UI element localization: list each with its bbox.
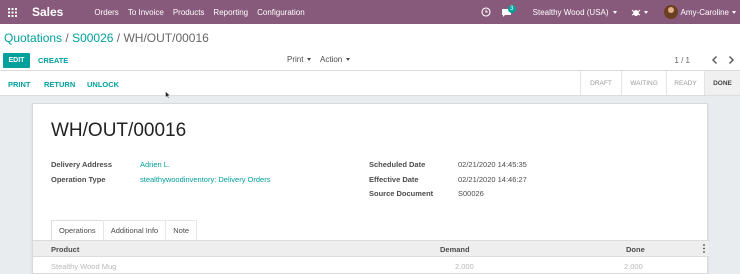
edit-button[interactable]: EDIT [3,53,30,68]
print-dropdown[interactable]: Print [287,55,312,64]
delivery-address-link[interactable]: Adrien L. [140,160,170,169]
column-options-icon[interactable] [703,244,705,253]
chevron-down-icon [346,58,351,61]
stage-done: DONE [704,71,740,95]
pager-value[interactable]: 1 / 1 [674,56,690,65]
action-dropdown-label: Action [320,55,343,64]
breadcrumb-separator: / [113,31,124,45]
menu-item-reporting[interactable]: Reporting [213,8,248,17]
tab-operations[interactable]: Operations [51,220,104,240]
operation-type-label: Operation Type [51,175,106,184]
tab-additional-info[interactable]: Additional Info [102,220,167,240]
row-product: Stealthy Wood Mug [51,262,117,271]
apps-grid-icon[interactable] [0,0,24,24]
menu-item-orders[interactable]: Orders [94,8,118,17]
chevron-right-icon[interactable] [726,55,736,65]
app-name[interactable]: Sales [32,5,63,19]
company-switcher[interactable]: Stealthy Wood (USA) [533,8,617,17]
scheduled-date-value: 02/21/2020 14:45:35 [458,160,527,169]
breadcrumb-order[interactable]: S00026 [72,31,113,45]
breadcrumb-quotations[interactable]: Quotations [4,31,62,45]
breadcrumb-current: WH/OUT/00016 [123,31,209,45]
source-document-label: Source Document [369,189,434,198]
user-menu[interactable]: Amy-Caroline [663,5,736,19]
chevron-left-icon[interactable] [710,55,720,65]
notebook-tabs: Operations Additional Info Note [51,220,198,240]
table-header: Product Demand Done [33,240,709,257]
column-product[interactable]: Product [51,245,79,254]
table-row[interactable]: Stealthy Wood Mug 2.000 2.000 [33,257,709,274]
column-done[interactable]: Done [626,245,645,254]
menu-item-products[interactable]: Products [173,8,205,17]
return-button[interactable]: RETURN [44,80,75,89]
chevron-down-icon [643,10,648,14]
menu-item-configuration[interactable]: Configuration [257,8,305,17]
stage-draft: DRAFT [580,71,621,95]
print-button[interactable]: PRINT [8,80,31,89]
main-menu: Orders To Invoice Products Reporting Con… [94,8,313,17]
avatar [663,5,678,19]
stage-pipeline: DRAFT WAITING READY DONE [580,71,740,95]
bug-icon [631,9,640,16]
effective-date-value: 02/21/2020 14:46:27 [458,175,527,184]
source-document-value: S00026 [458,189,484,198]
tab-note[interactable]: Note [165,220,198,240]
breadcrumb: Quotations / S00026 / WH/OUT/00016 [4,31,209,45]
chevron-down-icon [612,10,617,14]
stage-ready: READY [666,71,704,95]
debug-menu[interactable] [631,7,648,17]
form-statusbar: PRINT RETURN UNLOCK DRAFT WAITING READY … [0,71,740,96]
mouse-cursor-icon [165,91,171,99]
effective-date-label: Effective Date [369,175,419,184]
control-panel: Quotations / S00026 / WH/OUT/00016 EDIT … [0,24,740,71]
column-demand[interactable]: Demand [440,245,470,254]
systray: 3 Stealthy Wood (USA) Amy-Caroline [481,0,740,24]
user-name: Amy-Caroline [680,7,729,17]
scheduled-date-label: Scheduled Date [369,160,426,169]
row-demand: 2.000 [455,262,474,271]
row-done: 2.000 [624,262,643,271]
clock-icon[interactable] [481,7,491,17]
chevron-down-icon [732,10,736,14]
breadcrumb-separator: / [62,31,73,45]
form-sheet: WH/OUT/00016 Delivery Address Adrien L. … [32,103,709,274]
operation-type-link[interactable]: stealthywoodinventory: Delivery Orders [140,175,270,184]
create-button[interactable]: CREATE [38,56,68,65]
print-dropdown-label: Print [287,55,304,64]
menu-item-to-invoice[interactable]: To Invoice [128,8,164,17]
top-navbar: Sales Orders To Invoice Products Reporti… [0,0,740,24]
chevron-down-icon [307,58,312,61]
unlock-button[interactable]: UNLOCK [87,80,119,89]
delivery-address-label: Delivery Address [51,160,113,169]
stage-waiting: WAITING [621,71,666,95]
action-dropdown[interactable]: Action [320,55,351,64]
record-title: WH/OUT/00016 [51,120,187,141]
chat-count-badge: 3 [507,5,516,13]
chat-button[interactable]: 3 [501,5,519,19]
company-name: Stealthy Wood (USA) [532,7,609,17]
